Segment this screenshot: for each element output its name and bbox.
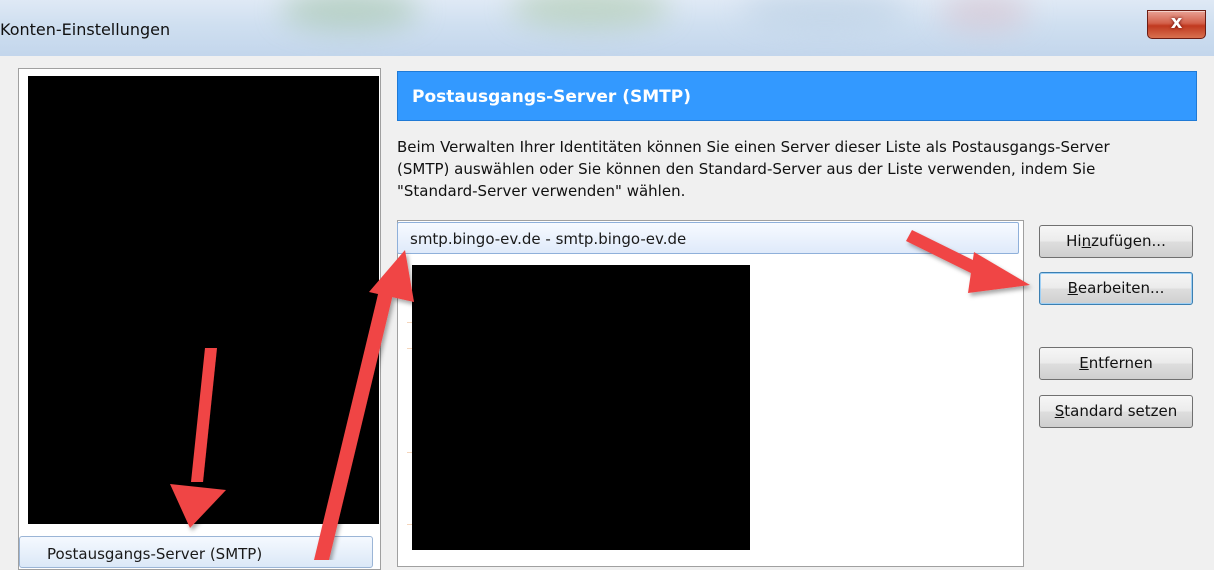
tree-item-label: Postausgangs-Server (SMTP) <box>47 545 263 563</box>
section-title: Postausgangs-Server (SMTP) <box>412 87 691 107</box>
description-line: Beim Verwalten Ihrer Identitäten können … <box>397 138 1110 156</box>
add-button-label: Hi <box>1066 232 1082 250</box>
redacted-server-list <box>412 265 750 550</box>
window-title: Konten-Einstellungen <box>0 20 171 39</box>
tree-item-outgoing-server[interactable]: Postausgangs-Server (SMTP) <box>19 536 373 568</box>
section-header: Postausgangs-Server (SMTP) <box>397 71 1197 121</box>
remove-button-mnemonic: E <box>1079 354 1089 372</box>
set-default-button-mnemonic: S <box>1054 402 1065 420</box>
title-bar: Konten-Einstellungen x <box>0 0 1214 56</box>
remove-button[interactable]: Entfernen <box>1039 347 1193 380</box>
description-line: (SMTP) auswählen oder Sie können den Sta… <box>397 160 1096 178</box>
set-default-button-label: tandard setzen <box>1064 402 1178 420</box>
set-default-button[interactable]: Standard setzen <box>1039 395 1193 428</box>
remove-button-label: ntfernen <box>1088 354 1153 372</box>
titlebar-glass-decoration <box>510 0 670 28</box>
close-icon: x <box>1170 12 1183 33</box>
server-list-item[interactable]: smtp.bingo-ev.de - smtp.bingo-ev.de <box>397 222 1019 254</box>
add-button-label: zufügen... <box>1091 232 1166 250</box>
titlebar-glass-decoration <box>280 0 420 30</box>
titlebar-glass-decoration <box>740 0 910 30</box>
edit-button-mnemonic: B <box>1067 279 1078 297</box>
server-name: smtp.bingo-ev.de - smtp.bingo-ev.de <box>410 230 687 248</box>
add-button[interactable]: Hinzufügen... <box>1039 225 1193 258</box>
titlebar-glass-decoration <box>940 0 1030 32</box>
description-line: "Standard-Server verwenden" wählen. <box>397 182 686 200</box>
edit-button[interactable]: Bearbeiten... <box>1039 272 1193 305</box>
description-text: Beim Verwalten Ihrer Identitäten können … <box>397 136 1197 202</box>
close-button[interactable]: x <box>1147 10 1206 39</box>
add-button-mnemonic: n <box>1081 232 1092 250</box>
edit-button-label: earbeiten... <box>1077 279 1165 297</box>
redacted-account-list <box>28 76 379 524</box>
